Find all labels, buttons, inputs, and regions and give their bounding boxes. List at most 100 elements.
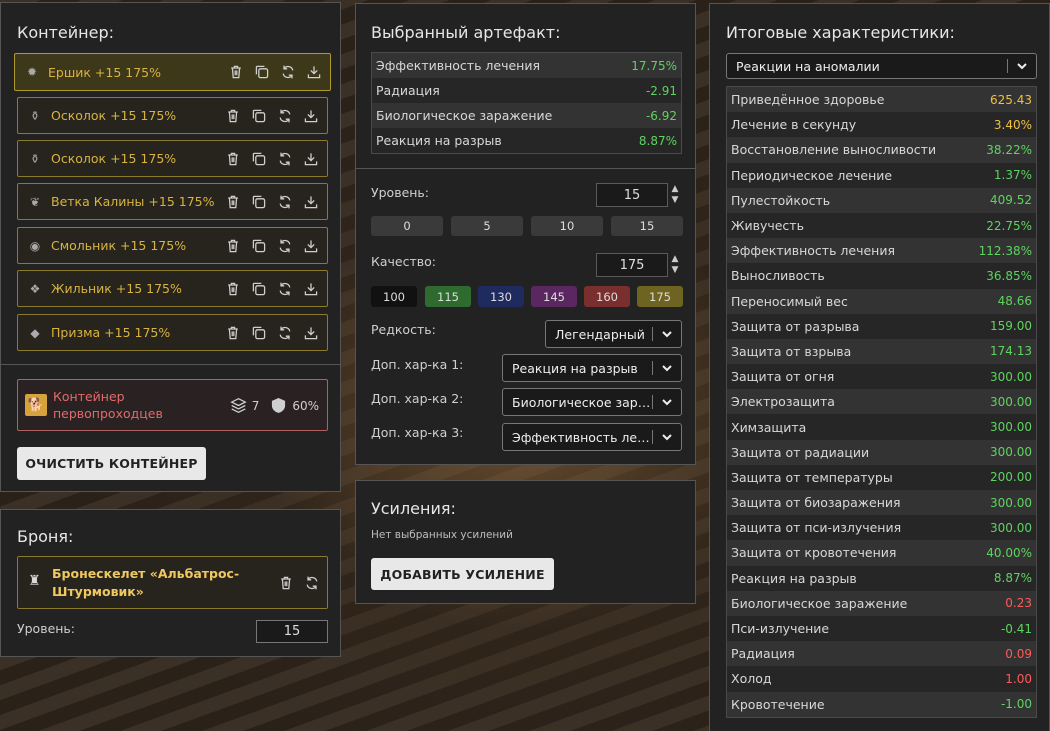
stat-name: Пулестойкость (731, 192, 831, 208)
swap-icon[interactable] (276, 193, 293, 210)
trash-icon[interactable] (224, 324, 241, 341)
armor-panel: Броня: ♜ Бронескелет «Альбатрос-Штурмови… (0, 509, 341, 657)
stat-value: 8.87% (993, 571, 1032, 586)
download-icon[interactable] (302, 324, 319, 341)
download-icon[interactable] (305, 64, 322, 81)
download-icon[interactable] (302, 237, 319, 254)
container-item[interactable]: ❦ Ветка Калины +15 175% (17, 183, 328, 220)
stat-name: Живучесть (731, 218, 804, 234)
level-preset-5[interactable]: 5 (451, 216, 523, 236)
extra2-select[interactable]: Биологическое заражение (502, 388, 682, 416)
copy-icon[interactable] (250, 237, 267, 254)
extra3-select[interactable]: Эффективность лечения (502, 423, 682, 451)
item-actions (224, 324, 319, 341)
trash-icon[interactable] (224, 150, 241, 167)
stat-value: 17.75% (631, 58, 677, 73)
table-row: Выносливость 36.85% (727, 263, 1036, 289)
extra3-label: Доп. хар-ка 3: (371, 425, 464, 440)
artifact-icon: ❦ (29, 194, 41, 209)
swap-icon[interactable] (276, 237, 293, 254)
container-item-label: Ветка Калины +15 175% (51, 194, 215, 209)
table-row: Холод 1.00 (727, 666, 1036, 692)
artifact-level-label: Уровень: (371, 185, 430, 200)
swap-icon[interactable] (276, 107, 293, 124)
container-stats: 7 60% (229, 397, 319, 414)
chevron-down-icon (1014, 60, 1030, 72)
stat-name: Радиация (731, 646, 795, 662)
copy-icon[interactable] (250, 324, 267, 341)
totals-filter-select[interactable]: Реакции на аномалии (726, 53, 1037, 79)
trash-icon[interactable] (227, 64, 244, 81)
level-stepper[interactable]: ▲ ▼ (669, 184, 681, 206)
stat-name: Реакция на разрыв (731, 570, 857, 586)
container-slots: 7 (251, 398, 260, 413)
download-icon[interactable] (302, 280, 319, 297)
add-boost-button[interactable]: ДОБАВИТЬ УСИЛЕНИЕ (371, 558, 554, 590)
download-icon[interactable] (302, 193, 319, 210)
copy-icon[interactable] (250, 150, 267, 167)
copy-icon[interactable] (250, 280, 267, 297)
swap-icon[interactable] (276, 324, 293, 341)
container-item-label: Смольник +15 175% (51, 238, 187, 253)
table-row: Пси-излучение -0.41 (727, 615, 1036, 642)
container-card[interactable]: 🐕 Контейнер первопроходцев 7 60% (17, 379, 328, 431)
trash-icon[interactable] (224, 193, 241, 210)
level-preset-0[interactable]: 0 (371, 216, 443, 236)
table-row: Реакция на разрыв 8.87% (372, 128, 681, 153)
level-preset-10[interactable]: 10 (531, 216, 603, 236)
container-name: Контейнер первопроходцев (53, 389, 163, 421)
stat-value: 1.37% (993, 168, 1032, 183)
stat-value: 159.00 (990, 319, 1032, 334)
trash-icon[interactable] (277, 574, 294, 591)
copy-icon[interactable] (253, 64, 270, 81)
quality-preset-100[interactable]: 100 (371, 286, 417, 307)
quality-stepper[interactable]: ▲ ▼ (669, 254, 681, 276)
chevron-down-icon (659, 328, 675, 340)
quality-preset-160[interactable]: 160 (584, 286, 630, 307)
stat-value: 300.00 (990, 520, 1032, 535)
level-preset-15[interactable]: 15 (611, 216, 683, 236)
quality-preset-115[interactable]: 115 (425, 286, 471, 307)
extra2-value: Биологическое заражение (512, 394, 652, 410)
armor-level-input[interactable]: 15 (256, 620, 328, 643)
extra3-value: Эффективность лечения (512, 429, 652, 445)
table-row: Эффективность лечения 17.75% (372, 53, 681, 78)
artifact-quality-input[interactable]: 175 (596, 253, 668, 277)
trash-icon[interactable] (224, 237, 241, 254)
stat-name: Восстановление выносливости (731, 142, 937, 158)
container-item-label: Ершик +15 175% (48, 64, 162, 80)
container-item[interactable]: ◆ Призма +15 175% (17, 314, 328, 351)
trash-icon[interactable] (224, 280, 241, 297)
download-icon[interactable] (302, 150, 319, 167)
copy-icon[interactable] (250, 107, 267, 124)
download-icon[interactable] (302, 107, 319, 124)
table-row: Реакция на разрыв 8.87% (727, 565, 1036, 591)
stat-value: 38.22% (986, 142, 1032, 157)
container-item[interactable]: ⚱ Осколок +15 175% (17, 140, 328, 177)
stat-value: 300.00 (990, 369, 1032, 384)
quality-preset-175[interactable]: 175 (637, 286, 683, 307)
armor-card[interactable]: ♜ Бронескелет «Альбатрос-Штурмовик» (17, 556, 328, 609)
container-item[interactable]: ⚱ Осколок +15 175% (17, 97, 328, 134)
copy-icon[interactable] (250, 193, 267, 210)
table-row: Химзащита 300.00 (727, 414, 1036, 440)
swap-icon[interactable] (303, 574, 320, 591)
quality-preset-145[interactable]: 145 (531, 286, 577, 307)
clear-container-button[interactable]: ОЧИСТИТЬ КОНТЕЙНЕР (17, 447, 206, 480)
select-divider (1007, 59, 1008, 73)
table-row: Кровотечение -1.00 (727, 691, 1036, 717)
container-item[interactable]: ◉ Смольник +15 175% (17, 227, 328, 264)
artifact-level-input[interactable]: 15 (596, 183, 668, 207)
stat-name: Защита от огня (731, 369, 835, 385)
swap-icon[interactable] (276, 280, 293, 297)
artifact-icon: ❖ (29, 281, 41, 296)
table-row: Биологическое заражение 0.23 (727, 590, 1036, 616)
trash-icon[interactable] (224, 107, 241, 124)
swap-icon[interactable] (276, 150, 293, 167)
container-item[interactable]: ✹ Ершик +15 175% (14, 53, 331, 91)
extra1-select[interactable]: Реакция на разрыв (502, 354, 682, 382)
quality-preset-130[interactable]: 130 (478, 286, 524, 307)
rarity-select[interactable]: Легендарный (545, 320, 682, 348)
swap-icon[interactable] (279, 64, 296, 81)
container-item[interactable]: ❖ Жильник +15 175% (17, 270, 328, 307)
